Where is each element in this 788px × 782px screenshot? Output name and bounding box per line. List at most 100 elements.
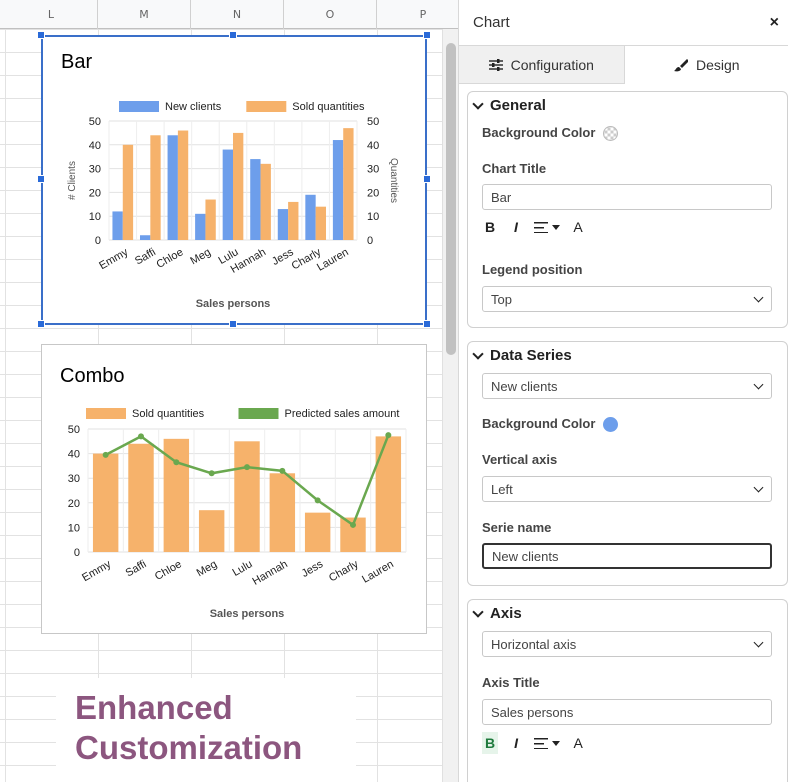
y-tick-label: 30 xyxy=(68,473,80,485)
selected-value: Left xyxy=(491,481,513,497)
x-tick-label: Lulu xyxy=(230,558,254,579)
resize-handle-bottom-right[interactable] xyxy=(423,320,431,328)
x-tick-label: Meg xyxy=(195,558,220,579)
bar xyxy=(150,135,161,240)
vertical-axis-select[interactable]: Left xyxy=(482,476,772,502)
tab-label: Configuration xyxy=(510,56,594,73)
selected-value: New clients xyxy=(491,378,558,394)
y-tick-label: 20 xyxy=(68,498,80,510)
x-tick-label: Charly xyxy=(327,558,361,585)
legend-swatch xyxy=(86,408,126,419)
align-button[interactable] xyxy=(534,216,560,238)
bar xyxy=(198,510,225,552)
y2-tick-label: 40 xyxy=(367,140,379,152)
combo-chart-figure[interactable]: Combo 0 10 20 30 40 50 Emmy Saffi Chloe Meg Lulu Ha… xyxy=(41,344,427,634)
line-point xyxy=(102,451,109,458)
column-header-l[interactable]: L xyxy=(5,0,98,29)
serie-name-input[interactable]: New clients xyxy=(482,543,772,569)
data-series-section: Data Series New clients Background Color… xyxy=(467,341,788,586)
line-point xyxy=(385,432,392,439)
align-left-icon xyxy=(534,221,548,233)
series-color-swatch[interactable] xyxy=(603,417,619,433)
line-point xyxy=(314,497,321,504)
chevron-down-icon xyxy=(472,347,484,360)
line-point xyxy=(173,459,180,466)
general-section-header[interactable]: General xyxy=(472,97,546,114)
x-tick-label: Hannah xyxy=(250,558,289,588)
series-background-color-label-text: Background Color xyxy=(482,416,596,431)
x-tick-label: Chloe xyxy=(153,558,184,583)
bar xyxy=(222,149,233,240)
resize-handle-top-right[interactable] xyxy=(423,31,431,39)
italic-button[interactable]: I xyxy=(508,216,524,238)
y-tick-label: 30 xyxy=(89,164,101,176)
chart-title: Bar xyxy=(61,51,93,73)
scrollbar-thumb[interactable] xyxy=(446,43,456,355)
x-tick-label: Emmy xyxy=(97,246,130,272)
bar xyxy=(332,140,344,240)
bar xyxy=(195,213,206,240)
x-tick-label: Lauren xyxy=(360,558,396,586)
text-color-button[interactable]: A xyxy=(570,216,586,238)
legend-swatch xyxy=(246,101,287,112)
line-point xyxy=(350,521,356,528)
y-tick-label: 10 xyxy=(68,522,80,534)
tab-design[interactable]: Design xyxy=(624,46,788,84)
y2-tick-label: 10 xyxy=(367,211,379,223)
background-color-swatch[interactable] xyxy=(603,126,619,142)
column-header-m[interactable]: M xyxy=(98,0,191,29)
axis-section: Axis Horizontal axis Axis Title Sales pe… xyxy=(467,599,788,782)
y-axis-title: # Clients xyxy=(67,161,78,200)
resize-handle-bottom[interactable] xyxy=(229,320,237,328)
spreadsheet-area: L M N O P Bar 0 0 10 10 20 20 30 30 40 40 50 50 Emmy… xyxy=(0,0,458,782)
chevron-down-icon xyxy=(472,97,484,110)
vertical-scrollbar[interactable] xyxy=(442,29,458,782)
resize-handle-top-left[interactable] xyxy=(37,31,45,39)
resize-handle-right[interactable] xyxy=(423,175,431,183)
bar xyxy=(277,209,289,240)
series-select[interactable]: New clients xyxy=(482,373,772,399)
resize-handle-bottom-left[interactable] xyxy=(37,320,45,328)
combo-chart-svg: 0 10 20 30 40 50 Emmy Saffi Chloe Meg LuluHannah Je… xyxy=(68,408,407,620)
section-title: Data Series xyxy=(490,347,572,364)
vertical-axis-label: Vertical axis xyxy=(482,452,558,467)
column-header-p[interactable]: P xyxy=(377,0,458,29)
resize-handle-top[interactable] xyxy=(229,31,237,39)
selected-value: Horizontal axis xyxy=(491,636,577,652)
title-format-toolbar: B I A xyxy=(482,216,586,238)
axis-format-toolbar: B I A xyxy=(482,732,586,754)
close-button[interactable]: × xyxy=(770,14,779,32)
tab-configuration[interactable]: Configuration xyxy=(459,46,625,84)
align-button[interactable] xyxy=(534,732,561,754)
bar xyxy=(233,132,244,240)
bar-chart-figure[interactable]: Bar 0 0 10 10 20 20 30 30 40 40 50 50 Emmy Saffi Chloe… xyxy=(41,35,427,325)
chart-title-label: Chart Title xyxy=(482,161,547,176)
bar-chart-svg: 0 0 10 10 20 20 30 30 40 40 50 50 Emmy SaffiChloe Meg L… xyxy=(67,101,399,310)
resize-handle-left[interactable] xyxy=(37,175,45,183)
selected-value: Top xyxy=(491,291,512,307)
bar xyxy=(177,130,189,240)
bar xyxy=(269,473,296,552)
bar xyxy=(234,441,260,552)
column-header-n[interactable]: N xyxy=(191,0,284,29)
axis-title-input[interactable]: Sales persons xyxy=(482,699,772,725)
chart-title-input[interactable]: Bar xyxy=(482,184,772,210)
italic-button[interactable]: I xyxy=(508,732,524,754)
y-tick-label: 0 xyxy=(74,547,80,559)
data-series-section-header[interactable]: Data Series xyxy=(472,347,572,364)
bold-button[interactable]: B xyxy=(482,732,499,754)
bar xyxy=(305,194,316,240)
bold-button[interactable]: B xyxy=(482,216,498,238)
promo-line-2: Customization xyxy=(75,729,303,766)
line-point xyxy=(208,470,215,477)
promo-line-1: Enhanced xyxy=(75,689,233,726)
column-header-o[interactable]: O xyxy=(284,0,377,29)
bar xyxy=(375,436,402,552)
app-root: L M N O P Bar 0 0 10 10 20 20 30 30 40 40 50 50 Emmy… xyxy=(0,0,788,782)
legend-position-select[interactable]: Top xyxy=(482,286,772,312)
text-color-button[interactable]: A xyxy=(570,732,586,754)
axis-select[interactable]: Horizontal axis xyxy=(482,631,772,657)
bar xyxy=(122,144,134,240)
axis-section-header[interactable]: Axis xyxy=(472,605,522,622)
legend-swatch xyxy=(119,101,159,112)
